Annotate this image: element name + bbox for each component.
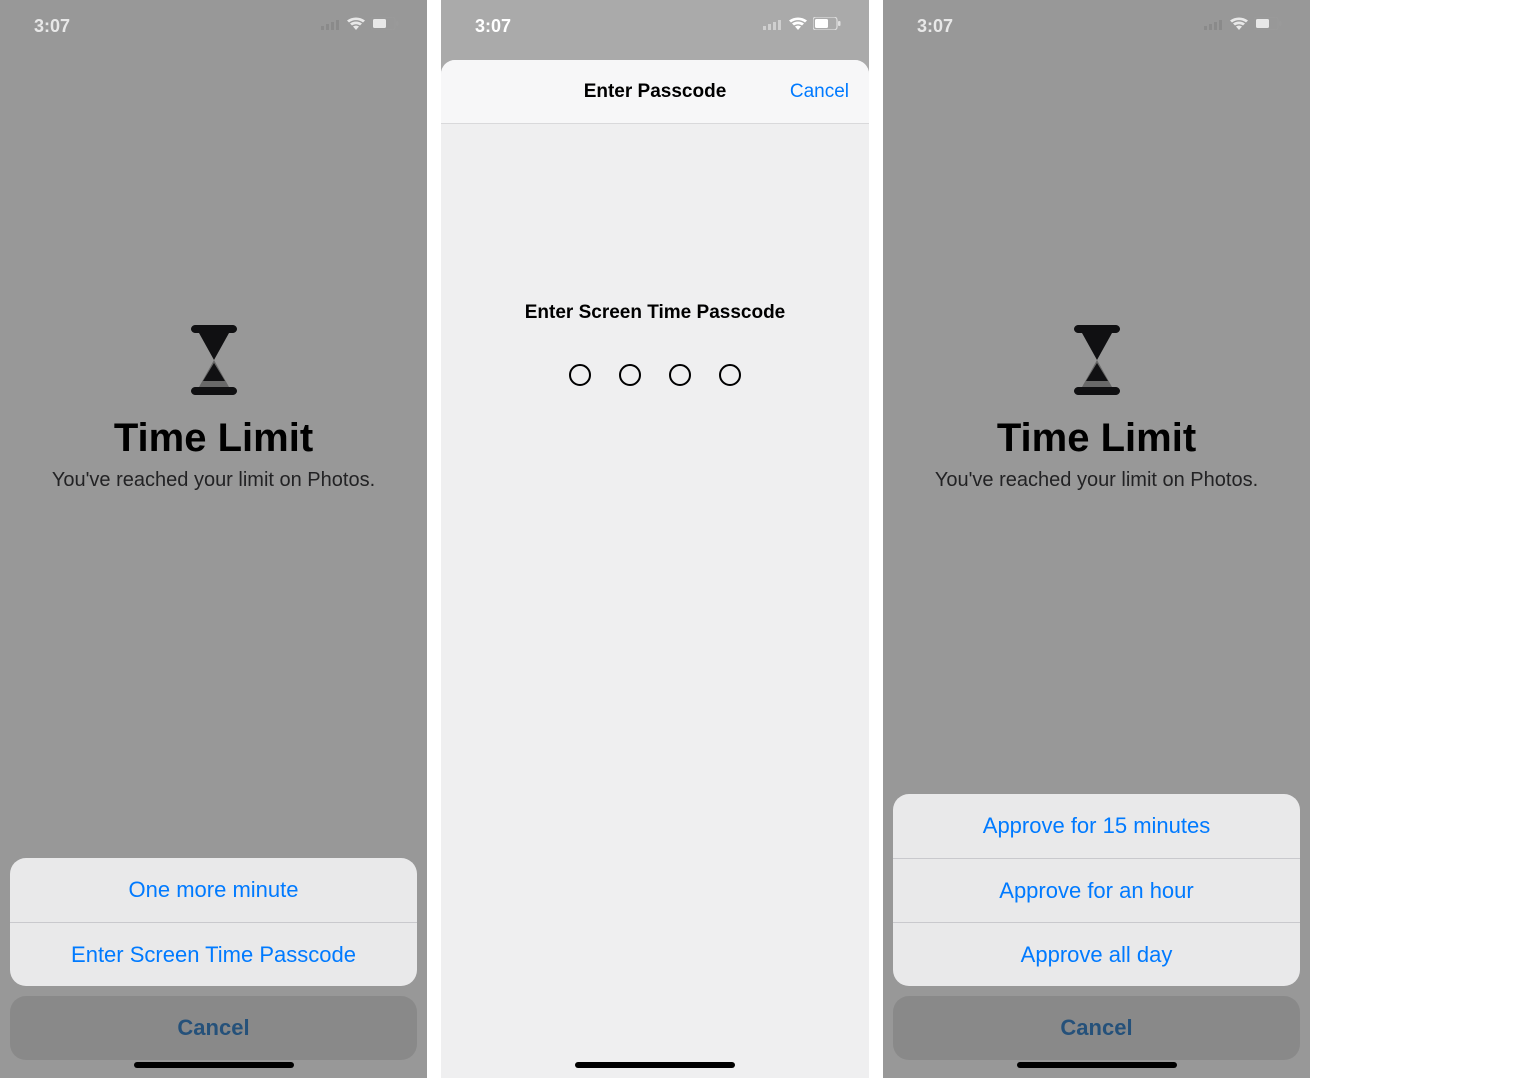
passcode-dot [719,364,741,386]
passcode-input[interactable] [441,364,869,386]
phone-middle: 3:07 Enter Passcode Cancel Enter Screen … [441,0,869,1078]
passcode-prompt: Enter Screen Time Passcode [441,302,869,324]
action-sheet: One more minute Enter Screen Time Passco… [10,858,417,1060]
status-bar: 3:07 [883,0,1310,48]
phone-right: Time Limit You've reached your limit on … [883,0,1310,1078]
status-bar: 3:07 [0,0,427,48]
passcode-dot [619,364,641,386]
home-indicator [134,1062,294,1068]
cancel-button[interactable]: Cancel [10,996,417,1060]
approve-15-minutes-button[interactable]: Approve for 15 minutes [893,794,1300,858]
one-more-minute-button[interactable]: One more minute [10,858,417,922]
wifi-icon [1230,17,1248,35]
status-time: 3:07 [475,16,511,37]
phone-left: Time Limit You've reached your limit on … [0,0,427,1078]
passcode-header-title: Enter Passcode [584,81,727,103]
cancel-button[interactable]: Cancel [893,996,1300,1060]
cancel-button[interactable]: Cancel [790,60,849,123]
action-sheet-options: Approve for 15 minutes Approve for an ho… [893,794,1300,986]
passcode-sheet: Enter Passcode Cancel Enter Screen Time … [441,60,869,1078]
battery-icon [371,17,399,35]
home-indicator [575,1062,735,1068]
approve-hour-button[interactable]: Approve for an hour [893,858,1300,922]
status-time: 3:07 [917,16,953,37]
enter-passcode-button[interactable]: Enter Screen Time Passcode [10,922,417,986]
passcode-dot [669,364,691,386]
cellular-icon [321,17,341,35]
home-indicator [1017,1062,1177,1068]
approve-all-day-button[interactable]: Approve all day [893,922,1300,986]
wifi-icon [789,17,807,35]
battery-icon [813,17,841,35]
passcode-header: Enter Passcode Cancel [441,60,869,124]
status-bar: 3:07 [441,0,869,48]
wifi-icon [347,17,365,35]
status-time: 3:07 [34,16,70,37]
passcode-dot [569,364,591,386]
action-sheet: Approve for 15 minutes Approve for an ho… [893,794,1300,1060]
cellular-icon [763,17,783,35]
battery-icon [1254,17,1282,35]
cellular-icon [1204,17,1224,35]
action-sheet-options: One more minute Enter Screen Time Passco… [10,858,417,986]
